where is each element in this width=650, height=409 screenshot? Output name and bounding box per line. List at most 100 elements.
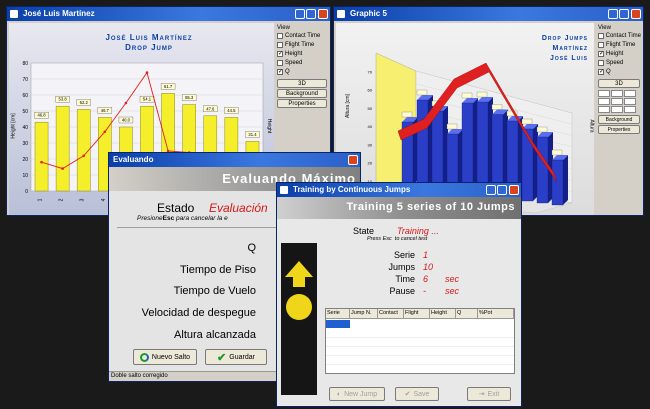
view-option-height[interactable]: ✓ Height <box>277 49 328 58</box>
bar-label-box <box>491 104 503 110</box>
rotation-controls <box>598 90 641 113</box>
view-option-height[interactable]: ✓ Height <box>598 49 641 58</box>
checkbox[interactable]: ✓ <box>277 68 283 75</box>
new-jump-button[interactable]: Nuevo Salto <box>133 349 197 365</box>
bar-label-box <box>521 118 533 125</box>
serie-value: 1 <box>423 250 429 260</box>
hint-key: Esc <box>162 215 175 222</box>
x-tick-label: 3 <box>80 198 86 201</box>
y-tick-label: 20 <box>22 157 28 163</box>
table-row-selected[interactable] <box>326 320 350 328</box>
view-option-flight-time[interactable]: Flight Time <box>598 40 641 49</box>
minimize-button[interactable] <box>295 9 305 19</box>
bar-data-label: 40.0 <box>122 118 131 123</box>
spin-box[interactable] <box>598 98 610 105</box>
new-jump-button[interactable]: ◐ New Jump <box>329 387 385 401</box>
spin-box[interactable] <box>598 90 610 97</box>
window-title: José Luis Martínez <box>23 9 95 18</box>
3d-button[interactable]: 3D <box>598 79 640 88</box>
properties-button[interactable]: Properties <box>277 99 327 108</box>
checkbox[interactable] <box>277 41 283 48</box>
spin-box[interactable] <box>624 90 636 97</box>
properties-button[interactable]: Properties <box>598 125 640 134</box>
bar-label-box <box>401 111 413 118</box>
view-option-label: Speed <box>285 59 303 66</box>
spin-box[interactable] <box>624 98 636 105</box>
column-header[interactable]: Q <box>456 309 478 318</box>
y-tick-label: 30 <box>368 142 373 147</box>
checkbox[interactable] <box>277 32 283 39</box>
column-header[interactable]: Jump N. <box>350 309 378 318</box>
view-option-flight-time[interactable]: Flight Time <box>277 40 328 49</box>
field-label-ground-time: Tiempo de Piso <box>179 264 256 276</box>
close-button[interactable] <box>348 155 358 165</box>
title-bar[interactable]: Evaluando <box>109 153 360 167</box>
checkbox[interactable] <box>598 41 604 48</box>
checkbox[interactable]: ✓ <box>598 50 604 57</box>
checkbox[interactable] <box>598 32 604 39</box>
q-series-point <box>82 154 86 158</box>
checkbox[interactable]: ✓ <box>598 68 604 75</box>
checkmark-icon: ✔ <box>404 391 411 398</box>
minimize-button[interactable] <box>608 9 618 19</box>
window-title: Training by Continuous Jumps <box>293 185 411 194</box>
save-button[interactable]: ✔ Save <box>395 387 439 401</box>
title-bar[interactable]: Training by Continuous Jumps <box>277 183 521 197</box>
checkbox[interactable] <box>598 59 604 66</box>
column-header[interactable]: Contact <box>378 309 404 318</box>
bar <box>55 105 70 192</box>
maximize-button[interactable] <box>619 9 629 19</box>
bar-label-box <box>461 92 473 99</box>
jumps-value: 10 <box>423 262 434 272</box>
maximize-button[interactable] <box>306 9 316 19</box>
bar-data-label: 46.8 <box>37 113 46 118</box>
q-series-point <box>103 130 107 134</box>
view-option-label: Speed <box>606 59 624 66</box>
column-header[interactable]: %Pot <box>478 309 514 318</box>
view-option-speed[interactable]: Speed <box>598 58 641 67</box>
table-row-lines <box>326 329 514 369</box>
spin-box[interactable] <box>624 106 636 113</box>
title-bar[interactable]: Graphic 5 <box>334 7 643 21</box>
save-button[interactable]: ✔ Guardar <box>205 349 267 365</box>
column-header[interactable]: Flight <box>404 309 430 318</box>
q-series-point <box>40 160 43 164</box>
bar-data-label: 55.3 <box>185 95 194 100</box>
background-button[interactable]: Background <box>598 115 640 124</box>
hint-suffix: para cancelar la e <box>176 215 228 222</box>
checkbox[interactable]: ✓ <box>277 50 283 57</box>
q-series-point <box>61 167 64 170</box>
close-button[interactable] <box>631 9 641 19</box>
view-option-label: Contact Time <box>285 32 321 39</box>
view-option-label: Q <box>285 68 290 75</box>
3d-button[interactable]: 3D <box>277 79 327 88</box>
view-option-speed[interactable]: Speed <box>277 58 328 67</box>
bar-data-label: 54.1 <box>143 97 152 102</box>
view-option-contact-time[interactable]: Contact Time <box>277 31 328 40</box>
time-label: Time <box>395 274 415 284</box>
results-table[interactable]: Serie Jump N. Contact Flight Height Q %Pot <box>325 308 515 374</box>
column-header[interactable]: Serie <box>326 309 350 318</box>
view-option-q[interactable]: ✓ Q <box>598 67 641 76</box>
checkbox[interactable] <box>277 59 283 66</box>
minimize-button[interactable] <box>486 185 496 195</box>
spin-box[interactable] <box>611 106 623 113</box>
cancel-hint: Press Esc to cancel test <box>367 236 428 242</box>
app-icon <box>280 186 288 194</box>
exit-icon: ⇥ <box>478 391 485 398</box>
view-option-contact-time[interactable]: Contact Time <box>598 31 641 40</box>
column-header[interactable]: Height <box>430 309 456 318</box>
title-bar[interactable]: José Luis Martínez <box>7 7 330 21</box>
close-button[interactable] <box>509 185 519 195</box>
maximize-button[interactable] <box>497 185 507 195</box>
exit-button[interactable]: ⇥ Exit <box>467 387 511 401</box>
view-option-q[interactable]: ✓ Q <box>277 67 328 76</box>
spin-box[interactable] <box>611 90 623 97</box>
background-button[interactable]: Background <box>277 89 327 98</box>
close-button[interactable] <box>318 9 328 19</box>
bar-data-label: 31.4 <box>248 132 257 137</box>
spin-box[interactable] <box>611 98 623 105</box>
spin-box[interactable] <box>598 106 610 113</box>
new-jump-label: New Jump <box>344 390 378 398</box>
new-jump-icon: ◐ <box>336 390 342 398</box>
